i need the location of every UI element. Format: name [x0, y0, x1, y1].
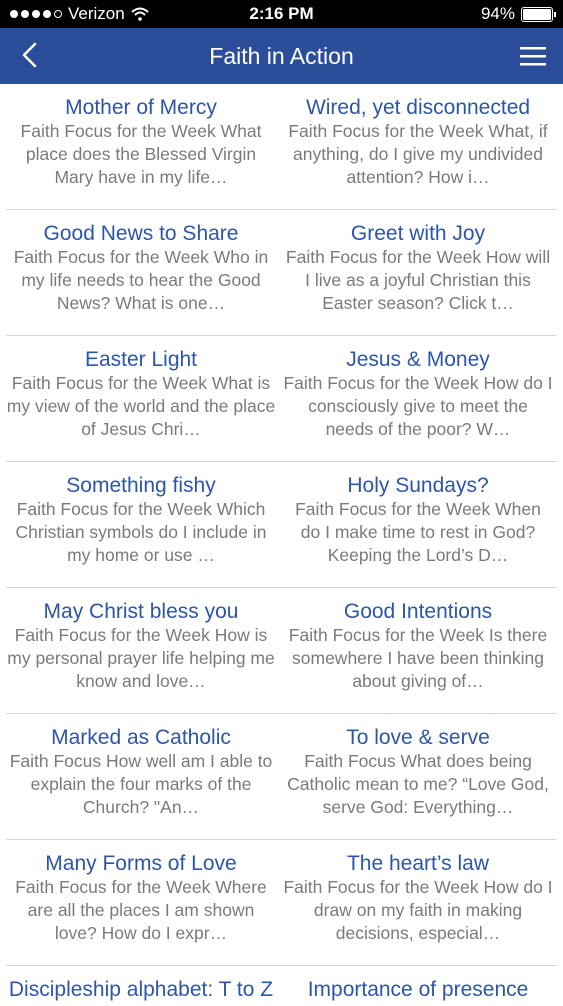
article-title: Greet with Joy — [350, 222, 486, 245]
article-title: Good Intentions — [343, 600, 493, 623]
article-card[interactable]: To love & serve Faith Focus What does be… — [283, 726, 553, 819]
article-summary: Faith Focus for the Week Where are all t… — [15, 877, 267, 943]
article-summary: Faith Focus for the Week How do I consci… — [283, 373, 553, 439]
article-summary: Faith Focus for the Week What, if anythi… — [288, 121, 548, 187]
article-title: Holy Sundays? — [347, 474, 489, 497]
article-title: Mother of Mercy — [65, 96, 217, 119]
article-summary: Faith Focus How well am I able to explai… — [9, 751, 273, 817]
article-card[interactable]: The heart’s law Faith Focus for the Week… — [283, 852, 553, 945]
article-summary: Faith Focus for the Week How is my perso… — [7, 625, 275, 691]
article-card[interactable]: Something fishy Faith Focus for the Week… — [6, 474, 276, 567]
article-row: Easter Light Faith Focus for the Week Wh… — [6, 336, 557, 462]
article-title: Marked as Catholic — [51, 726, 231, 749]
article-card[interactable]: Discipleship alphabet: T to Z — [6, 978, 276, 1002]
article-row: Marked as Catholic Faith Focus How well … — [6, 714, 557, 840]
article-grid: Mother of Mercy Faith Focus for the Week… — [6, 84, 557, 1006]
article-card[interactable]: Good Intentions Faith Focus for the Week… — [283, 600, 553, 693]
battery-percent: 94% — [480, 4, 515, 23]
article-card[interactable]: Good News to Share Faith Focus for the W… — [6, 222, 276, 315]
article-row: Discipleship alphabet: T to Z Importance… — [6, 966, 557, 1006]
article-summary: Faith Focus for the Week Who in my life … — [13, 247, 269, 313]
article-summary: Faith Focus What does being Catholic mea… — [287, 751, 549, 817]
article-card[interactable]: Jesus & Money Faith Focus for the Week H… — [283, 348, 553, 441]
article-card[interactable]: Marked as Catholic Faith Focus How well … — [6, 726, 276, 819]
article-title: Many Forms of Love — [45, 852, 237, 875]
article-card[interactable]: Mother of Mercy Faith Focus for the Week… — [6, 96, 276, 189]
article-row: May Christ bless you Faith Focus for the… — [6, 588, 557, 714]
article-row: Something fishy Faith Focus for the Week… — [6, 462, 557, 588]
article-card[interactable]: Wired, yet disconnected Faith Focus for … — [283, 96, 553, 189]
status-time: 2:16 PM — [249, 4, 314, 23]
article-title: Good News to Share — [43, 222, 239, 245]
article-title: May Christ bless you — [43, 600, 239, 623]
article-title: Jesus & Money — [346, 348, 490, 371]
article-title: Easter Light — [84, 348, 198, 371]
article-card[interactable]: Importance of presence — [283, 978, 553, 1002]
article-summary: Faith Focus for the Week What place does… — [20, 121, 262, 187]
nav-bar: Faith in Action — [0, 28, 563, 84]
article-summary: Faith Focus for the Week What is my view… — [6, 373, 276, 439]
article-card[interactable]: Holy Sundays? Faith Focus for the Week W… — [283, 474, 553, 567]
article-title: Wired, yet disconnected — [305, 96, 531, 119]
article-title: Discipleship alphabet: T to Z — [8, 978, 274, 1001]
article-title: Something fishy — [66, 474, 216, 497]
status-bar: Verizon 2:16 PM 94% — [0, 0, 563, 28]
article-card[interactable]: Greet with Joy Faith Focus for the Week … — [283, 222, 553, 315]
battery-icon — [521, 6, 556, 22]
article-card[interactable]: Many Forms of Love Faith Focus for the W… — [6, 852, 276, 945]
article-card[interactable]: Easter Light Faith Focus for the Week Wh… — [6, 348, 276, 441]
article-title: To love & serve — [346, 726, 490, 749]
article-summary: Faith Focus for the Week How will I live… — [285, 247, 551, 313]
article-card[interactable]: May Christ bless you Faith Focus for the… — [6, 600, 276, 693]
article-row: Many Forms of Love Faith Focus for the W… — [6, 840, 557, 966]
article-title: The heart’s law — [346, 852, 490, 875]
hamburger-menu-icon[interactable] — [517, 41, 549, 71]
article-summary: Faith Focus for the Week Which Christian… — [15, 499, 267, 565]
article-title: Importance of presence — [307, 978, 529, 1001]
article-row: Mother of Mercy Faith Focus for the Week… — [6, 84, 557, 210]
article-summary: Faith Focus for the Week Is there somewh… — [288, 625, 548, 691]
article-summary: Faith Focus for the Week How do I draw o… — [283, 877, 553, 943]
article-row: Good News to Share Faith Focus for the W… — [6, 210, 557, 336]
battery-group: 94% — [480, 4, 556, 24]
article-summary: Faith Focus for the Week When do I make … — [295, 499, 541, 565]
page-title: Faith in Action — [209, 43, 354, 69]
